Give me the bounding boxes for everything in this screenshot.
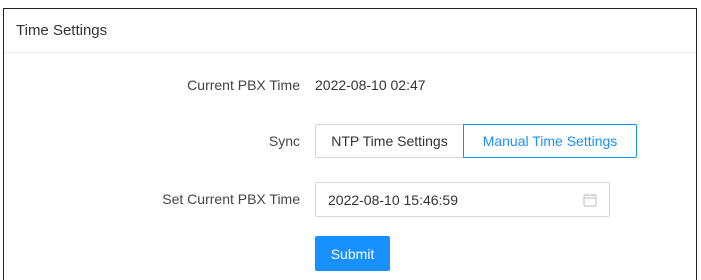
date-field-value: 2022-08-10 15:46:59	[328, 191, 458, 208]
set-current-pbx-time-input[interactable]: 2022-08-10 15:46:59	[315, 182, 610, 217]
calendar-icon[interactable]	[583, 193, 597, 207]
ntp-time-settings-button[interactable]: NTP Time Settings	[315, 124, 464, 158]
panel-title: Time Settings	[4, 9, 696, 53]
set-current-pbx-time-label: Set Current PBX Time	[162, 191, 300, 207]
submit-button[interactable]: Submit	[315, 236, 390, 271]
current-pbx-time-label: Current PBX Time	[187, 77, 300, 93]
sync-segmented-control: NTP Time Settings Manual Time Settings	[315, 124, 637, 158]
time-settings-panel: Time Settings Current PBX Time 2022-08-1…	[3, 8, 697, 280]
manual-time-settings-button[interactable]: Manual Time Settings	[463, 124, 637, 158]
sync-label: Sync	[268, 133, 300, 149]
current-pbx-time-value: 2022-08-10 02:47	[315, 77, 426, 93]
